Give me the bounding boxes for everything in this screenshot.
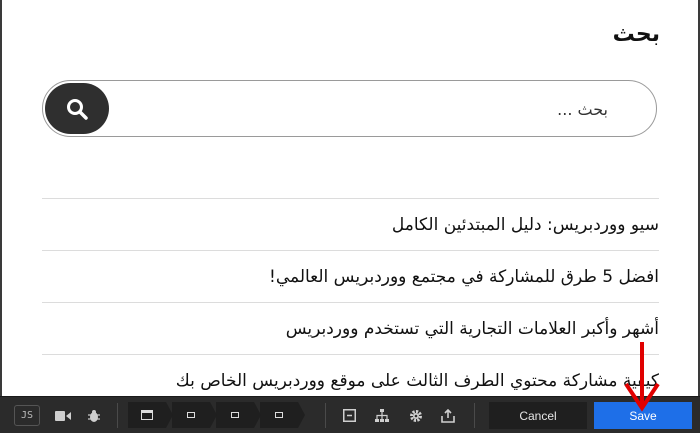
window-icon[interactable] <box>128 402 173 428</box>
list-item: افضل 5 طرق للمشاركة في مجتمع ووردبريس ال… <box>42 250 659 302</box>
toolbar-divider <box>474 403 475 428</box>
toolbar-divider <box>325 403 326 428</box>
element-icon[interactable] <box>260 402 305 428</box>
save-button[interactable]: Save <box>594 402 692 429</box>
gear-icon[interactable] <box>405 405 427 426</box>
widget-title: بحث <box>612 22 660 47</box>
text-field-icon[interactable] <box>338 405 360 426</box>
bug-icon[interactable] <box>83 405 105 426</box>
recent-posts-list: سيو ووردبريس: دليل المبتدئين الكامل افضل… <box>42 198 659 406</box>
post-link[interactable]: أشهر وأكبر العلامات التجارية التي تستخدم… <box>286 319 659 339</box>
search-icon <box>67 98 88 120</box>
post-link[interactable]: افضل 5 طرق للمشاركة في مجتمع ووردبريس ال… <box>269 267 659 287</box>
search-input[interactable] <box>168 95 608 123</box>
post-link[interactable]: سيو ووردبريس: دليل المبتدئين الكامل <box>392 215 659 235</box>
preview-frame: بحث سيو ووردبريس: دليل المبتدئين الكامل … <box>0 0 700 396</box>
search-button[interactable] <box>45 83 109 134</box>
row-icon[interactable] <box>216 402 261 428</box>
breadcrumb <box>128 402 305 428</box>
list-item: سيو ووردبريس: دليل المبتدئين الكامل <box>42 198 659 250</box>
module-icon[interactable] <box>172 402 217 428</box>
toolbar-divider <box>117 403 118 428</box>
cancel-button[interactable]: Cancel <box>489 402 587 429</box>
list-item: أشهر وأكبر العلامات التجارية التي تستخدم… <box>42 302 659 354</box>
video-icon[interactable] <box>52 405 74 426</box>
post-link[interactable]: كيفية مشاركة محتوي الطرف الثالث على موقع… <box>176 371 659 391</box>
search-form <box>42 80 657 137</box>
frame-edge-left <box>0 0 2 396</box>
js-button[interactable]: JS <box>14 405 40 426</box>
export-icon[interactable] <box>437 405 459 426</box>
sitemap-icon[interactable] <box>371 405 393 426</box>
